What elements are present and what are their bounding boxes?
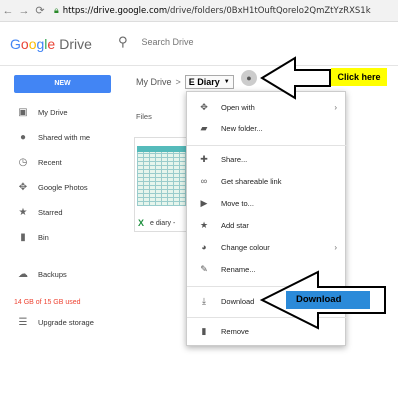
sidebar-item-label: Shared with me [38,133,91,142]
new-folder-icon: ▰ [200,122,208,133]
file-name: Xe diary - [138,218,175,228]
caret-down-icon: ▼ [223,79,230,85]
file-card[interactable]: Xe diary - [134,137,192,232]
logo-letter: o [20,35,29,52]
submenu-arrow-icon: › [334,102,337,112]
menu-item-label: Rename... [221,264,256,274]
click-here-callout: Click here [331,68,387,86]
search-input[interactable] [141,37,302,47]
search-icon[interactable]: ⚲ [118,34,128,50]
thumbnail-header [137,146,189,152]
menu-item-label: Get shareable link [221,176,282,186]
browser-url-bar: ← → ⟳ 🔒︎ https://drive.google.com/drive/… [0,0,398,22]
move-to-icon: ▶ [200,197,208,208]
sidebar: ▣ My Drive ● Shared with me ◷ Recent ✥ Googl… [0,100,130,328]
breadcrumb-separator: > [175,77,181,87]
star-icon: ★ [18,207,28,218]
menu-item-label: Open with [221,102,255,112]
menu-divider [187,317,347,318]
new-button[interactable]: NEW [14,75,111,93]
menu-item-label: Change colour [221,242,270,252]
product-name: Drive [59,35,92,52]
menu-divider [187,286,347,287]
folder-name: E Diary [188,77,220,87]
photos-icon: ✥ [18,182,28,193]
logo-letter: o [28,35,37,52]
file-name-text: e diary - [150,219,176,227]
app-header: Google Drive ⚲ [0,22,398,66]
logo-letter: G [10,35,21,52]
menu-item-share[interactable]: ✚ Share... [187,150,347,168]
menu-item-label: Remove [221,326,249,336]
cloud-icon: ☁ [18,269,28,280]
menu-item-add-star[interactable]: ★ Add star [187,216,347,234]
storage-icon: ☰ [18,317,28,328]
trash-icon: ▮ [201,325,207,336]
star-icon: ★ [199,219,209,230]
palette-icon: ◕ [201,242,207,252]
breadcrumb-my-drive[interactable]: My Drive [136,77,172,87]
sidebar-item-label: Bin [38,233,49,242]
open-with-icon: ✥ [200,101,208,112]
menu-item-change-colour[interactable]: ◕ Change colour › [187,238,347,256]
sidebar-item-shared[interactable]: ● Shared with me [0,125,130,150]
sidebar-item-label: My Drive [38,108,68,117]
sidebar-item-label: Backups [38,270,67,279]
logo-letter: g [36,35,45,52]
menu-item-move-to[interactable]: ▶ Move to... [187,194,347,212]
back-icon[interactable]: ← [0,5,16,17]
menu-item-label: Move to... [221,198,254,208]
upgrade-label: Upgrade storage [38,318,94,327]
menu-item-label: Add star [221,220,249,230]
submenu-arrow-icon: › [334,242,337,252]
sidebar-item-my-drive[interactable]: ▣ My Drive [0,100,130,125]
menu-item-open-with[interactable]: ✥ Open with › [187,98,347,116]
upgrade-storage-link[interactable]: ☰ Upgrade storage [0,317,130,328]
drive-icon: ▣ [18,107,28,118]
clock-icon: ◷ [18,157,28,168]
sidebar-item-photos[interactable]: ✥ Google Photos [0,175,130,200]
sheets-x-icon: X [138,218,145,228]
forward-icon[interactable]: → [16,5,32,17]
share-person-icon: ✚ [200,153,208,164]
lock-icon: 🔒︎ [54,5,59,15]
menu-item-label: Share... [221,154,248,164]
rename-icon: ✎ [200,263,208,274]
logo-letter: e [47,35,56,52]
sidebar-item-recent[interactable]: ◷ Recent [0,150,130,175]
menu-divider [187,145,347,146]
search-bar: ⚲ [118,34,302,50]
sidebar-item-label: Recent [38,158,62,167]
shared-folder-icon[interactable]: ● [241,70,257,86]
download-icon: ⤓ [202,295,206,306]
menu-item-label: New folder... [221,123,263,133]
spreadsheet-thumbnail [137,146,189,206]
menu-item-label: Download [221,296,255,306]
sidebar-item-starred[interactable]: ★ Starred [0,200,130,225]
sidebar-item-label: Starred [38,208,63,217]
breadcrumb: My Drive > E Diary ▼ [136,75,234,89]
storage-usage: 14 GB of 15 GB used [14,299,81,306]
address-field[interactable]: https://drive.google.com/drive/folders/0… [63,6,371,16]
bin-icon: ▮ [20,232,26,243]
menu-item-remove[interactable]: ▮ Remove [187,322,347,340]
reload-icon[interactable]: ⟳ [32,4,48,17]
download-callout: Download [286,291,370,309]
people-icon: ● [19,132,27,143]
menu-item-rename[interactable]: ✎ Rename... [187,260,347,278]
link-icon: ∞ [200,176,208,186]
menu-item-shareable-link[interactable]: ∞ Get shareable link [187,172,347,190]
files-section-label: Files [136,112,152,121]
sidebar-item-backups[interactable]: ☁ Backups [0,262,130,287]
sidebar-item-bin[interactable]: ▮ Bin [0,225,130,250]
breadcrumb-current-folder[interactable]: E Diary ▼ [184,75,234,89]
sidebar-item-label: Google Photos [38,183,88,192]
google-drive-logo[interactable]: Google Drive [10,36,92,52]
menu-item-new-folder[interactable]: ▰ New folder... [187,119,347,137]
